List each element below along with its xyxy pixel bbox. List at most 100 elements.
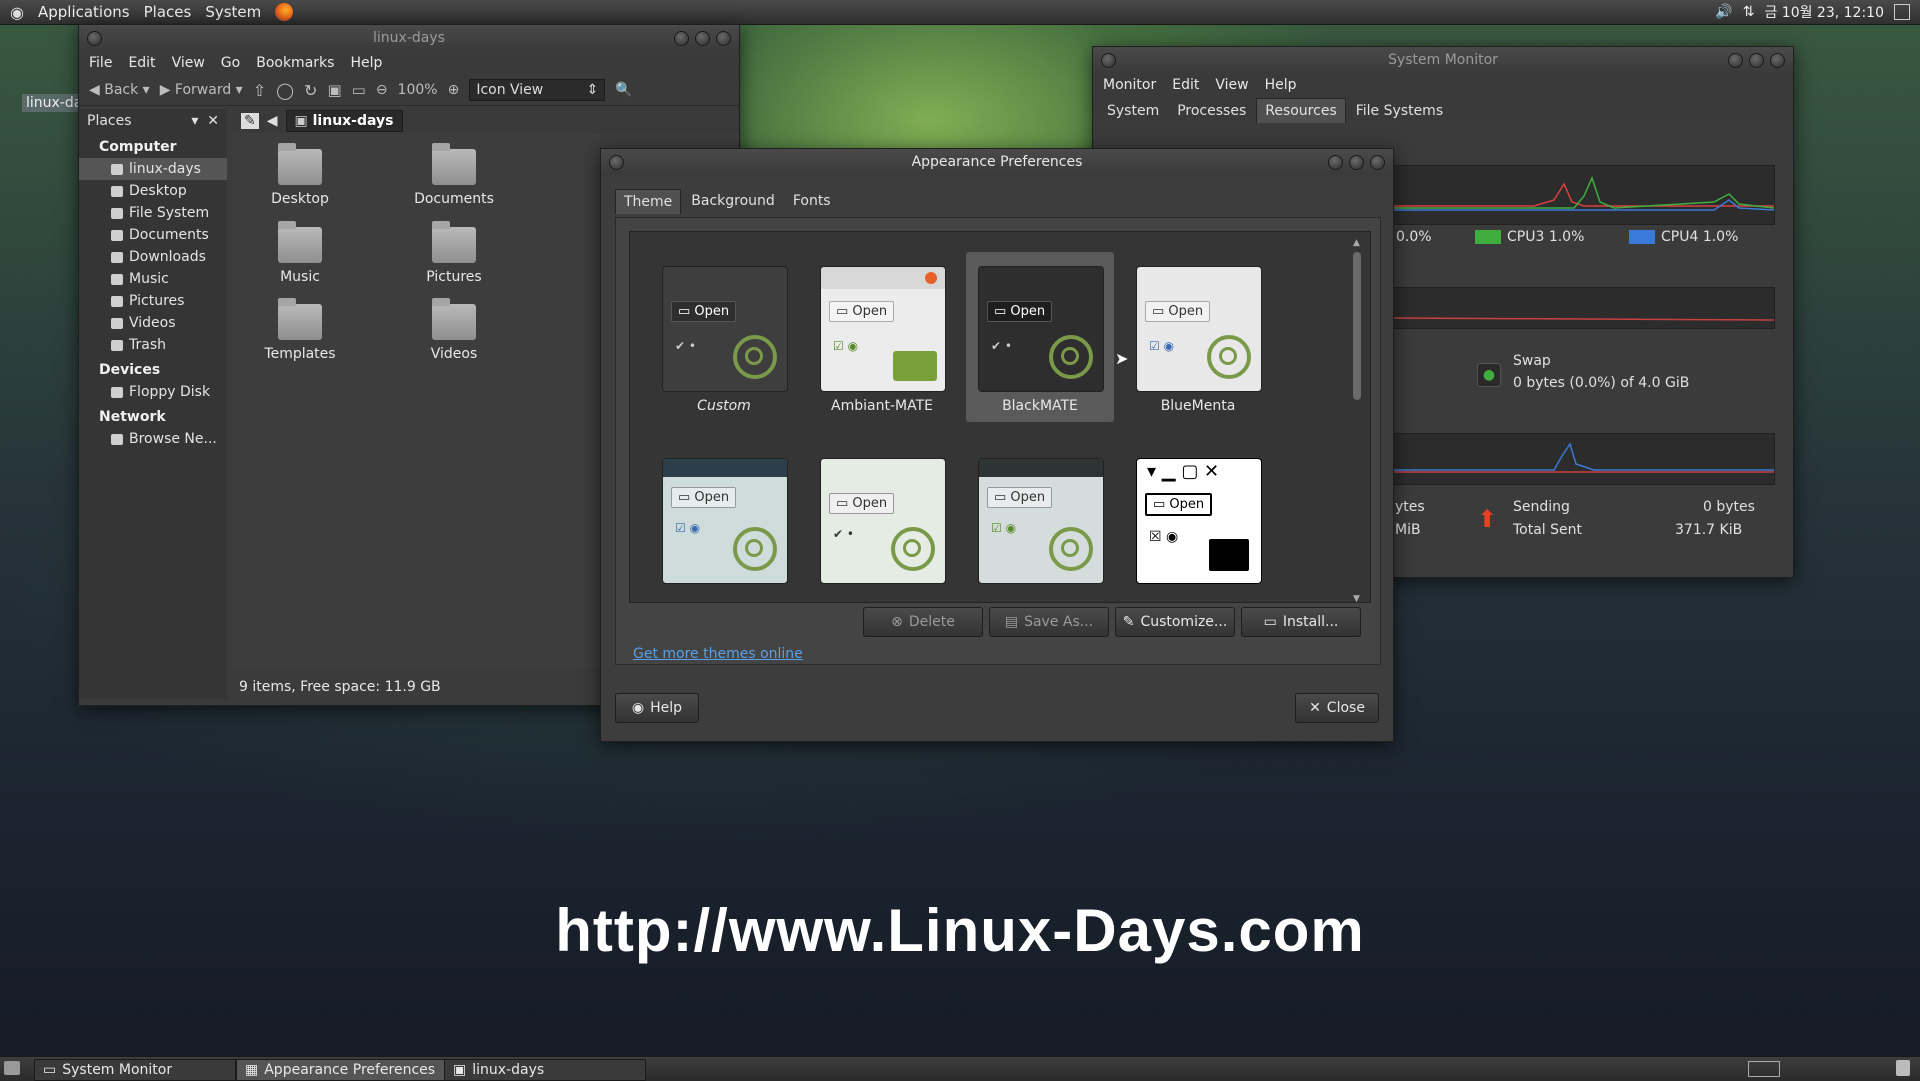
scroll-up-icon[interactable]: ▲ bbox=[1353, 238, 1360, 248]
sidebar-item-documents[interactable]: Documents bbox=[79, 224, 227, 246]
sidebar-item-file-system[interactable]: File System bbox=[79, 202, 227, 224]
sidebar-item-pictures[interactable]: Pictures bbox=[79, 290, 227, 312]
theme-thumb-blackmate[interactable]: ▭ Open ✔ • bbox=[978, 266, 1104, 392]
sidebar-dropdown-icon[interactable]: ▾ bbox=[191, 113, 198, 129]
help-button[interactable]: ◉ Help bbox=[615, 693, 699, 723]
menu-bookmarks[interactable]: Bookmarks bbox=[256, 55, 334, 71]
file-icon-templates[interactable]: Templates bbox=[245, 298, 355, 362]
computer-icon[interactable]: ▭ bbox=[352, 81, 366, 99]
workspace-switcher-icon[interactable] bbox=[1748, 1061, 1780, 1077]
sidebar-item-music[interactable]: Music bbox=[79, 268, 227, 290]
volume-icon[interactable]: 🔊 bbox=[1715, 4, 1732, 20]
trash-applet-icon[interactable] bbox=[1896, 1060, 1910, 1076]
back-button[interactable]: ◀ Back ▾ bbox=[89, 82, 150, 98]
menu-view[interactable]: View bbox=[1215, 77, 1248, 93]
minimize-button[interactable] bbox=[1328, 155, 1343, 170]
up-icon[interactable]: ⇧ bbox=[253, 81, 266, 100]
tab-file-systems[interactable]: File Systems bbox=[1348, 99, 1451, 123]
sidebar-item-trash[interactable]: Trash bbox=[79, 334, 227, 356]
sidebar-title[interactable]: Places bbox=[87, 113, 132, 129]
theme-thumb-row2-4[interactable]: ▾ ▁ ▢ ✕ ▭ Open ☒ ◉ bbox=[1136, 458, 1262, 584]
firefox-icon[interactable] bbox=[275, 3, 294, 21]
maximize-button[interactable] bbox=[1749, 53, 1764, 68]
maximize-button[interactable] bbox=[695, 31, 710, 46]
theme-thumb-custom[interactable]: ▭ Open ✔ • bbox=[662, 266, 788, 392]
tab-system[interactable]: System bbox=[1099, 99, 1167, 123]
theme-thumb-row2-3[interactable]: ▭ Open ☑ ◉ bbox=[978, 458, 1104, 584]
taskbar-item-linux-days[interactable]: ▣ linux-days bbox=[444, 1059, 646, 1081]
menu-places[interactable]: Places bbox=[144, 3, 192, 21]
menu-applications[interactable]: Applications bbox=[38, 3, 130, 21]
menu-go[interactable]: Go bbox=[221, 55, 240, 71]
menu-monitor[interactable]: Monitor bbox=[1103, 77, 1156, 93]
menu-file[interactable]: File bbox=[89, 55, 112, 71]
zoom-out-icon[interactable]: ⊖ bbox=[376, 82, 388, 98]
zoom-in-icon[interactable]: ⊕ bbox=[448, 82, 460, 98]
network-icon[interactable]: ⇅ bbox=[1743, 4, 1755, 20]
window-menu-button[interactable] bbox=[1101, 53, 1116, 68]
close-button[interactable] bbox=[1370, 155, 1385, 170]
window-menu-button[interactable] bbox=[87, 31, 102, 46]
minimize-button[interactable] bbox=[674, 31, 689, 46]
path-button-linux-days[interactable]: ▣ linux-days bbox=[285, 110, 403, 132]
scrollbar-thumb[interactable] bbox=[1353, 252, 1361, 400]
view-mode-select[interactable]: Icon View ⇕ bbox=[469, 79, 606, 101]
system-monitor-titlebar[interactable]: System Monitor bbox=[1093, 47, 1793, 73]
get-more-themes-link[interactable]: Get more themes online bbox=[633, 646, 803, 662]
scroll-down-icon[interactable]: ▼ bbox=[1353, 594, 1360, 602]
home-icon[interactable]: ▣ bbox=[327, 81, 341, 99]
minimize-button[interactable] bbox=[1728, 53, 1743, 68]
menu-edit[interactable]: Edit bbox=[128, 55, 155, 71]
edit-path-icon[interactable]: ✎ bbox=[241, 113, 259, 129]
sidebar-item-floppy-disk[interactable]: Floppy Disk bbox=[79, 381, 227, 403]
taskbar-item-appearance[interactable]: ▦ Appearance Preferences bbox=[236, 1059, 446, 1081]
desktop-window-tab[interactable]: linux-da bbox=[22, 94, 87, 112]
menu-help[interactable]: Help bbox=[1265, 77, 1297, 93]
sidebar-close-icon[interactable]: ✕ bbox=[207, 113, 219, 129]
tab-resources[interactable]: Resources bbox=[1256, 98, 1346, 123]
install-button[interactable]: ▭ Install... bbox=[1241, 607, 1361, 637]
tab-theme[interactable]: Theme bbox=[615, 189, 682, 214]
appearance-titlebar[interactable]: Appearance Preferences bbox=[601, 149, 1393, 175]
maximize-button[interactable] bbox=[1349, 155, 1364, 170]
file-icon-desktop[interactable]: Desktop bbox=[245, 143, 355, 207]
forward-button[interactable]: ▶ Forward ▾ bbox=[160, 82, 243, 98]
theme-thumb-bluementa[interactable]: ▭ Open ☑ ◉ bbox=[1136, 266, 1262, 392]
menu-edit[interactable]: Edit bbox=[1172, 77, 1199, 93]
path-back-icon[interactable]: ◀ bbox=[267, 113, 278, 129]
file-icon-documents[interactable]: Documents bbox=[399, 143, 509, 207]
taskbar-item-system-monitor[interactable]: ▭ System Monitor bbox=[34, 1059, 236, 1081]
sidebar-item-videos[interactable]: Videos bbox=[79, 312, 227, 334]
theme-list[interactable]: ▭ Open ✔ • Custom ▭ Open ☑ ◉ Ambiant-MAT… bbox=[629, 231, 1371, 603]
file-icon-videos[interactable]: Videos bbox=[399, 298, 509, 362]
window-menu-button[interactable] bbox=[609, 155, 624, 170]
close-button[interactable] bbox=[1770, 53, 1785, 68]
tab-processes[interactable]: Processes bbox=[1169, 99, 1254, 123]
menu-system[interactable]: System bbox=[205, 3, 261, 21]
sidebar-item-desktop[interactable]: Desktop bbox=[79, 180, 227, 202]
file-manager-titlebar[interactable]: linux-days bbox=[79, 25, 739, 51]
menu-help[interactable]: Help bbox=[350, 55, 382, 71]
clock[interactable]: 금 10월 23, 12:10 bbox=[1764, 2, 1884, 22]
shutdown-icon[interactable] bbox=[1894, 4, 1910, 20]
file-icon-music[interactable]: Music bbox=[245, 221, 355, 285]
tab-fonts[interactable]: Fonts bbox=[785, 189, 839, 214]
sidebar-item-linux-days[interactable]: linux-days bbox=[79, 158, 227, 180]
show-desktop-icon[interactable] bbox=[4, 1061, 20, 1075]
sidebar-item-downloads[interactable]: Downloads bbox=[79, 246, 227, 268]
menu-view[interactable]: View bbox=[172, 55, 205, 71]
theme-thumb-row2-1[interactable]: ▭ Open ☑ ◉ bbox=[662, 458, 788, 584]
theme-thumb-row2-2[interactable]: ▭ Open ✔ • bbox=[820, 458, 946, 584]
tab-background[interactable]: Background bbox=[683, 189, 783, 214]
save-as-button[interactable]: ▤ Save As... bbox=[989, 607, 1109, 637]
search-icon[interactable]: 🔍 bbox=[615, 82, 632, 98]
theme-thumb-ambiant-mate[interactable]: ▭ Open ☑ ◉ bbox=[820, 266, 946, 392]
file-icon-pictures[interactable]: Pictures bbox=[399, 221, 509, 285]
delete-button[interactable]: ⊗ Delete bbox=[863, 607, 983, 637]
theme-list-scrollbar[interactable]: ▲ ▼ bbox=[1352, 238, 1362, 602]
customize-button[interactable]: ✎ Customize... bbox=[1115, 607, 1235, 637]
mate-logo-icon[interactable]: ◉ bbox=[10, 3, 24, 22]
sidebar-item-browse-network[interactable]: Browse Ne... bbox=[79, 428, 227, 450]
reload-icon[interactable]: ↻ bbox=[304, 81, 317, 100]
close-dialog-button[interactable]: ✕ Close bbox=[1295, 693, 1379, 723]
